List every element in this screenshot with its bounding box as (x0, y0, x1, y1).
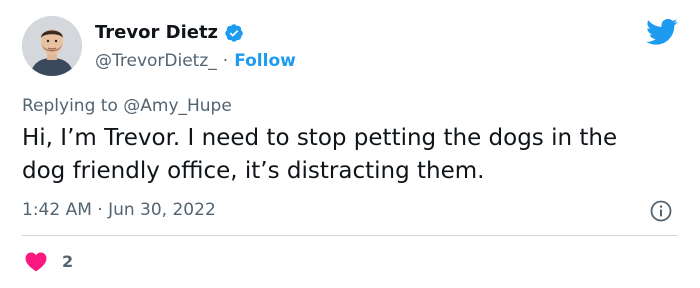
verified-badge-icon (224, 23, 244, 43)
author-display-name[interactable]: Trevor Dietz (95, 22, 218, 43)
tweet-text: Hi, I’m Trevor. I need to stop petting t… (22, 125, 618, 184)
like-count: 2 (62, 251, 74, 271)
reply-context: Replying to @Amy_Hupe (22, 96, 232, 116)
author-name-row: Trevor Dietz (95, 22, 244, 43)
twitter-bird-icon[interactable] (646, 18, 678, 46)
tweet-timestamp[interactable]: 1:42 AM · Jun 30, 2022 (22, 200, 216, 220)
reply-mention-link[interactable]: @Amy_Hupe (123, 96, 232, 116)
divider (22, 235, 678, 236)
like-row: 2 (24, 250, 73, 272)
follow-button[interactable]: Follow (234, 51, 296, 71)
heart-icon[interactable] (24, 250, 48, 272)
reply-prefix: Replying to (22, 96, 118, 116)
avatar[interactable] (22, 16, 82, 76)
author-handle-row: @TrevorDietz_ · Follow (95, 51, 296, 71)
tweet-card: Trevor Dietz @TrevorDietz_ · Follow Repl… (0, 0, 700, 288)
info-icon[interactable] (649, 199, 673, 223)
separator-dot: · (222, 51, 229, 71)
author-handle[interactable]: @TrevorDietz_ (95, 51, 217, 71)
